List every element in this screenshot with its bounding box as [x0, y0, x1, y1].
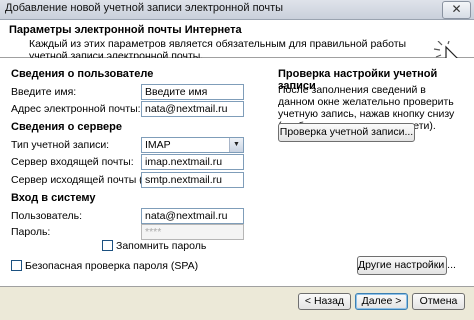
back-button[interactable]: < Назад [298, 293, 351, 310]
spa-label: Безопасная проверка пароля (SPA) [25, 260, 199, 272]
user-label: Пользователь: [11, 210, 83, 222]
spa-checkbox[interactable] [11, 260, 22, 271]
test-account-button[interactable]: Проверка учетной записи... [278, 123, 415, 142]
email-input[interactable]: nata@nextmail.ru [141, 101, 244, 117]
remember-password-checkbox[interactable] [102, 240, 113, 251]
password-label: Пароль: [11, 226, 51, 238]
remember-password-label: Запомнить пароль [116, 240, 207, 252]
close-button[interactable]: ✕ [442, 1, 471, 19]
title-bar[interactable]: Добавление новой учетной записи электрон… [0, 0, 474, 20]
dialog-window: Добавление новой учетной записи электрон… [0, 0, 474, 320]
settings-panel: Сведения о пользователе Введите имя: Вве… [0, 58, 474, 287]
account-type-select[interactable]: IMAP ▼ [141, 137, 244, 153]
cancel-button[interactable]: Отмена [412, 293, 465, 310]
more-settings-button[interactable]: Другие настройки ... [357, 256, 456, 275]
email-label: Адрес электронной почты: [11, 103, 141, 115]
close-icon: ✕ [451, 2, 462, 16]
account-type-label: Тип учетной записи: [11, 139, 110, 151]
window-title: Добавление новой учетной записи электрон… [5, 2, 284, 14]
header-title: Параметры электронной почты Интернета [9, 24, 242, 36]
next-button[interactable]: Далее > [355, 293, 408, 310]
logon-heading: Вход в систему [11, 192, 96, 204]
name-input[interactable]: Введите имя [141, 84, 244, 100]
user-input[interactable]: nata@nextmail.ru [141, 208, 244, 224]
chevron-down-icon[interactable]: ▼ [229, 138, 243, 152]
wizard-header: Параметры электронной почты Интернета Ка… [0, 20, 474, 73]
outgoing-server-input[interactable]: smtp.nextmail.ru [141, 172, 244, 188]
server-info-heading: Сведения о сервере [11, 121, 122, 133]
name-label: Введите имя: [11, 86, 77, 98]
incoming-server-label: Сервер входящей почты: [11, 156, 134, 168]
password-input[interactable]: **** [141, 224, 244, 240]
account-type-value: IMAP [145, 139, 171, 151]
user-info-heading: Сведения о пользователе [11, 68, 154, 80]
incoming-server-input[interactable]: imap.nextmail.ru [141, 154, 244, 170]
